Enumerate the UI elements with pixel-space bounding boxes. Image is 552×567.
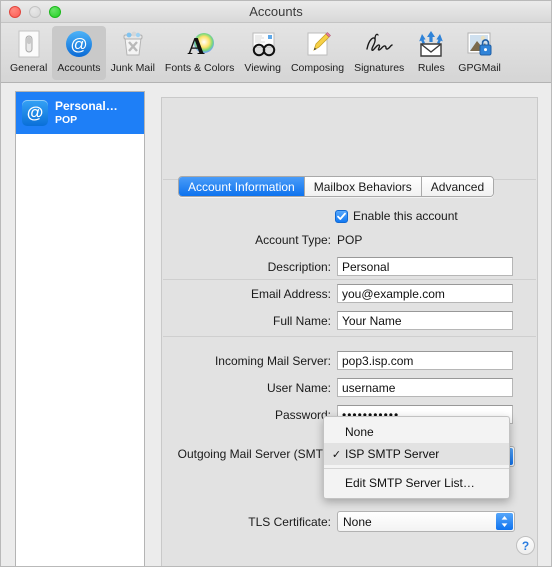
help-button[interactable]: ? bbox=[516, 536, 535, 555]
label-full-name: Full Name: bbox=[272, 313, 331, 328]
row-outgoing-mail-server: Outgoing Mail Server (SMTP bbox=[161, 447, 331, 461]
fonts-colors-icon: A bbox=[183, 28, 217, 60]
toolbar-item-signatures[interactable]: Signatures bbox=[349, 26, 409, 80]
label-user-name: User Name: bbox=[266, 380, 331, 395]
enable-account-label: Enable this account bbox=[353, 209, 458, 223]
smtp-menu-label-edit-smtp-server-list: Edit SMTP Server List… bbox=[345, 476, 475, 490]
row-user-name: User Name: username bbox=[161, 378, 513, 397]
checkmark-icon bbox=[337, 212, 346, 220]
panel-separator-2 bbox=[163, 279, 536, 280]
junk-mail-icon bbox=[116, 28, 150, 60]
toolbar-item-gpgmail[interactable]: GPGMail bbox=[453, 26, 506, 80]
smtp-menu-checkmark-icon: ✓ bbox=[331, 448, 342, 461]
smtp-menu-label-none: None bbox=[345, 425, 374, 439]
smtp-menu-separator bbox=[324, 468, 509, 469]
tls-popup-chevrons-icon bbox=[496, 513, 513, 530]
svg-text:A: A bbox=[187, 34, 205, 58]
tab-account-information[interactable]: Account Information bbox=[179, 177, 305, 196]
account-list-item-personal[interactable]: @ Personal… POP bbox=[16, 92, 144, 134]
accounts-icon: @ bbox=[62, 28, 96, 60]
label-incoming-mail-server: Incoming Mail Server: bbox=[214, 353, 331, 368]
toolbar-label-gpgmail: GPGMail bbox=[458, 62, 501, 74]
account-list[interactable]: @ Personal… POP bbox=[15, 91, 145, 566]
toolbar-label-junk-mail: Junk Mail bbox=[110, 62, 155, 74]
label-password: Password: bbox=[274, 407, 331, 422]
title-bar: Accounts bbox=[1, 1, 551, 23]
gpgmail-icon bbox=[463, 28, 497, 60]
smtp-menu-label-isp-smtp-server: ISP SMTP Server bbox=[345, 447, 440, 461]
smtp-server-menu[interactable]: None ✓ ISP SMTP Server Edit SMTP Server … bbox=[323, 416, 510, 499]
toolbar-item-accounts[interactable]: @ Accounts bbox=[52, 26, 106, 80]
viewing-icon bbox=[246, 28, 280, 60]
panel-separator-3 bbox=[163, 336, 536, 337]
toolbar-item-general[interactable]: General bbox=[5, 26, 52, 80]
signatures-icon bbox=[362, 28, 396, 60]
toolbar-label-rules: Rules bbox=[417, 62, 445, 74]
label-tls-certificate: TLS Certificate: bbox=[248, 514, 331, 529]
toolbar-label-general: General bbox=[10, 62, 48, 74]
account-item-name: Personal… bbox=[55, 100, 118, 114]
incoming-mail-server-input[interactable]: pop3.isp.com bbox=[337, 351, 513, 370]
smtp-menu-item-none[interactable]: None bbox=[324, 421, 509, 443]
account-item-type: POP bbox=[55, 113, 78, 126]
rules-icon bbox=[414, 28, 448, 60]
toolbar-label-composing: Composing bbox=[290, 62, 345, 74]
composing-icon bbox=[301, 28, 335, 60]
toolbar-item-viewing[interactable]: Viewing bbox=[239, 26, 286, 80]
accounts-preferences-window: Accounts General @ Accounts Junk Mail A … bbox=[0, 0, 552, 567]
toolbar-label-signatures: Signatures bbox=[354, 62, 405, 74]
label-outgoing-mail-server: Outgoing Mail Server (SMTP bbox=[177, 447, 331, 461]
user-name-input[interactable]: username bbox=[337, 378, 513, 397]
general-icon bbox=[12, 28, 46, 60]
tab-mailbox-behaviors[interactable]: Mailbox Behaviors bbox=[304, 177, 422, 196]
tls-certificate-popup[interactable]: None bbox=[337, 511, 515, 532]
label-description: Description: bbox=[267, 259, 331, 274]
tls-certificate-value: None bbox=[343, 514, 372, 529]
row-incoming-mail-server: Incoming Mail Server: pop3.isp.com bbox=[161, 351, 513, 370]
toolbar-item-rules[interactable]: Rules bbox=[409, 26, 453, 80]
smtp-menu-item-edit-smtp-server-list[interactable]: Edit SMTP Server List… bbox=[324, 472, 509, 494]
row-tls-certificate: TLS Certificate: None bbox=[161, 511, 515, 532]
enable-account-checkbox[interactable] bbox=[335, 209, 348, 223]
label-account-type: Account Type: bbox=[255, 233, 331, 247]
row-full-name: Full Name: Your Name bbox=[161, 311, 513, 330]
full-name-input[interactable]: Your Name bbox=[337, 311, 513, 330]
email-address-input[interactable]: you@example.com bbox=[337, 284, 513, 303]
value-account-type: POP bbox=[337, 233, 363, 247]
toolbar-label-fonts-colors: Fonts & Colors bbox=[164, 62, 235, 74]
svg-text:@: @ bbox=[70, 35, 87, 54]
toolbar-item-fonts-colors[interactable]: A Fonts & Colors bbox=[160, 26, 239, 80]
description-input[interactable]: Personal bbox=[337, 257, 513, 276]
row-email-address: Email Address: you@example.com bbox=[161, 284, 513, 303]
toolbar-item-junk-mail[interactable]: Junk Mail bbox=[106, 26, 160, 80]
tab-advanced[interactable]: Advanced bbox=[421, 177, 494, 196]
row-account-type: Account Type: POP bbox=[161, 233, 531, 247]
row-description: Description: Personal bbox=[161, 257, 513, 276]
toolbar-label-viewing: Viewing bbox=[244, 62, 281, 74]
preferences-body: @ Personal… POP + − Account Information … bbox=[1, 83, 551, 566]
account-at-icon: @ bbox=[22, 100, 48, 126]
toolbar-item-composing[interactable]: Composing bbox=[286, 26, 349, 80]
settings-tab-bar: Account Information Mailbox Behaviors Ad… bbox=[178, 176, 495, 197]
account-item-text: Personal… POP bbox=[55, 100, 118, 126]
window-title: Accounts bbox=[249, 4, 303, 19]
smtp-menu-item-isp-smtp-server[interactable]: ✓ ISP SMTP Server bbox=[324, 443, 509, 465]
preferences-toolbar: General @ Accounts Junk Mail A Fonts & C… bbox=[1, 23, 551, 83]
enable-account-row[interactable]: Enable this account bbox=[335, 209, 458, 223]
toolbar-label-accounts: Accounts bbox=[57, 62, 101, 74]
label-email-address: Email Address: bbox=[250, 286, 331, 301]
